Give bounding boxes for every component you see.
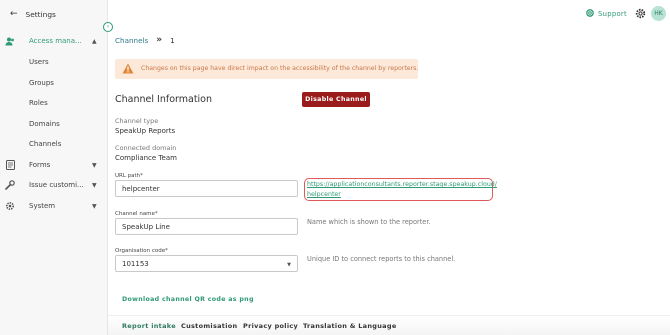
channel-url-line1: https://applicationconsultants.reporter.…	[307, 181, 497, 188]
sidebar: ← Settings Access mana... ▲ Users Groups…	[0, 0, 108, 335]
org-code-select[interactable]: 101153 ▼	[115, 255, 298, 272]
sidebar-item-label: System	[29, 202, 56, 210]
sidebar-item-label: Forms	[29, 161, 51, 169]
chevron-up-icon[interactable]: ▲	[92, 38, 97, 45]
support-icon	[586, 9, 594, 19]
sidebar-item-channels[interactable]: Channels	[29, 140, 61, 148]
org-code-value: 101153	[122, 259, 149, 268]
sidebar-item-groups[interactable]: Groups	[29, 79, 54, 87]
arrow-left-icon: ←	[10, 9, 18, 19]
sidebar-item-roles[interactable]: Roles	[29, 99, 48, 107]
channel-url-line2: helpcenter	[307, 191, 341, 198]
channel-type-value: SpeakUp Reports	[115, 127, 176, 135]
dropdown-arrow-icon: ▼	[287, 262, 291, 268]
channel-url-link[interactable]: https://applicationconsultants.reporter.…	[307, 180, 497, 200]
org-code-hint: Unique ID to connect reports to this cha…	[307, 255, 456, 263]
sidebar-item-issue-customisation[interactable]: Issue customi... ▼	[0, 178, 108, 192]
channel-type-label: Channel type	[115, 117, 159, 125]
warning-text: Changes on this page have direct impact …	[141, 65, 419, 72]
settings-gear-icon[interactable]	[635, 8, 646, 19]
url-path-label: URL path*	[115, 173, 143, 179]
channel-name-hint: Name which is shown to the reporter.	[307, 218, 431, 226]
back-to-settings[interactable]: ← Settings	[10, 9, 56, 20]
wrench-icon	[5, 180, 15, 190]
chevron-down-icon[interactable]: ▼	[92, 182, 97, 189]
channel-name-input[interactable]: SpeakUp Line	[115, 218, 298, 235]
sidebar-item-domains[interactable]: Domains	[29, 120, 60, 128]
sidebar-item-system[interactable]: System ▼	[0, 199, 108, 213]
channel-name-label: Channel name*	[115, 211, 158, 217]
sidebar-item-access-management[interactable]: Access mana... ▲	[0, 34, 108, 48]
disable-channel-button[interactable]: Disable Channel	[302, 92, 370, 107]
sidebar-item-users[interactable]: Users	[29, 58, 49, 66]
url-path-input[interactable]: helpcenter	[115, 180, 298, 197]
tab-report-intake[interactable]: Report intake	[122, 322, 176, 330]
chevron-down-icon[interactable]: ▼	[92, 162, 97, 169]
breadcrumb-channels-link[interactable]: Channels	[115, 36, 148, 45]
section-title: Channel Information	[115, 94, 213, 105]
chevron-down-icon[interactable]: ▼	[92, 203, 97, 210]
tab-privacy-policy[interactable]: Privacy policy	[243, 322, 298, 330]
sidebar-item-label: Issue customi...	[29, 181, 84, 189]
user-avatar[interactable]: HK	[651, 6, 666, 21]
org-code-label: Organisation code*	[115, 248, 168, 254]
document-icon	[5, 160, 15, 170]
warning-banner: Changes on this page have direct impact …	[115, 59, 418, 79]
connected-domain-value: Compliance Team	[115, 154, 177, 162]
sidebar-item-forms[interactable]: Forms ▼	[0, 158, 108, 172]
breadcrumb-current: 1	[170, 35, 175, 45]
back-label: Settings	[25, 10, 56, 19]
collapse-sidebar-icon[interactable]: ‹	[103, 22, 113, 32]
gear-icon	[5, 201, 15, 211]
connected-domain-label: Connected domain	[115, 144, 177, 152]
tab-customisation[interactable]: Customisation	[181, 322, 237, 330]
tab-translation-language[interactable]: Translation & Language	[303, 322, 397, 330]
users-icon	[5, 36, 15, 46]
double-chevron-icon: »	[156, 35, 163, 45]
sidebar-item-label: Access mana...	[29, 37, 82, 45]
breadcrumb: Channels » 1	[115, 35, 175, 45]
download-qr-link[interactable]: Download channel QR code as png	[122, 296, 254, 303]
url-path-value: helpcenter	[122, 184, 160, 193]
support-button[interactable]: Support	[586, 9, 627, 19]
support-label: Support	[598, 10, 627, 18]
channel-name-value: SpeakUp Line	[122, 222, 170, 231]
warning-icon	[122, 63, 134, 74]
